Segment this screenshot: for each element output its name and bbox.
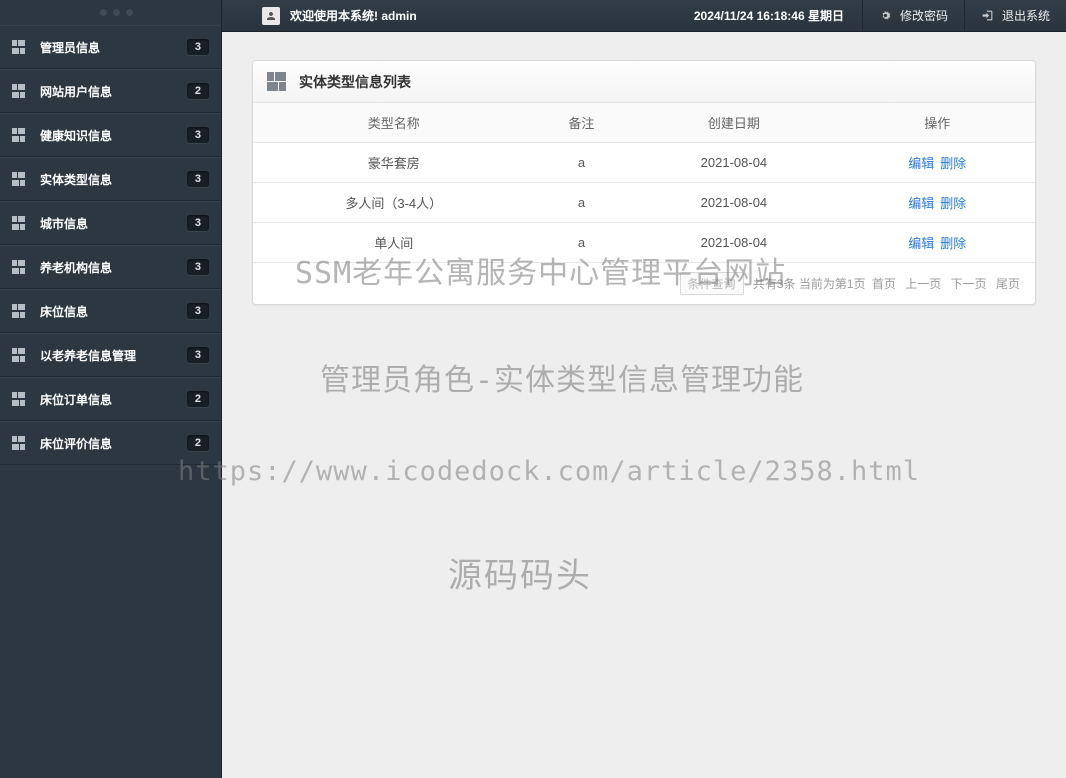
cell-date: 2021-08-04 bbox=[628, 143, 839, 183]
grid-icon bbox=[12, 128, 26, 142]
change-password-button[interactable]: 修改密码 bbox=[862, 0, 964, 32]
panel-title: 实体类型信息列表 bbox=[299, 72, 411, 92]
cell-actions: 编辑删除 bbox=[839, 223, 1035, 263]
sidebar-item-label: 管理员信息 bbox=[40, 39, 100, 56]
sidebar-item-1[interactable]: 网站用户信息 2 bbox=[0, 69, 221, 113]
table-row: 多人间（3-4人）a2021-08-04编辑删除 bbox=[253, 183, 1035, 223]
grid-icon bbox=[12, 172, 26, 186]
avatar-icon bbox=[262, 7, 280, 25]
change-password-label: 修改密码 bbox=[900, 7, 948, 24]
sidebar-item-9[interactable]: 床位评价信息 2 bbox=[0, 421, 221, 465]
grid-icon bbox=[12, 216, 26, 230]
welcome-text: 欢迎使用本系统! admin bbox=[290, 7, 417, 24]
grid-icon bbox=[12, 436, 26, 450]
gear-icon bbox=[879, 9, 892, 22]
pager-info: 共有3条 当前为第1页 bbox=[753, 277, 866, 291]
cell-actions: 编辑删除 bbox=[839, 183, 1035, 223]
search-button[interactable]: 条件查询 bbox=[680, 272, 744, 295]
cell-name: 豪华套房 bbox=[253, 143, 535, 183]
grid-icon bbox=[12, 304, 26, 318]
sidebar-item-label: 床位评价信息 bbox=[40, 435, 112, 452]
datetime-text: 2024/11/24 16:18:46 星期日 bbox=[694, 7, 844, 24]
sidebar-item-label: 实体类型信息 bbox=[40, 171, 112, 188]
pager-prev[interactable]: 上一页 bbox=[905, 277, 941, 291]
grid-icon bbox=[267, 72, 287, 92]
cell-date: 2021-08-04 bbox=[628, 223, 839, 263]
sidebar-badge: 3 bbox=[187, 39, 209, 55]
sidebar-badge: 3 bbox=[187, 347, 209, 363]
sidebar-item-2[interactable]: 健康知识信息 3 bbox=[0, 113, 221, 157]
sidebar-item-label: 城市信息 bbox=[40, 215, 88, 232]
sidebar-badge: 2 bbox=[187, 435, 209, 451]
sidebar-badge: 2 bbox=[187, 391, 209, 407]
sidebar-item-6[interactable]: 床位信息 3 bbox=[0, 289, 221, 333]
sidebar-badge: 3 bbox=[187, 171, 209, 187]
th-date: 创建日期 bbox=[628, 103, 839, 143]
delete-link[interactable]: 删除 bbox=[940, 196, 966, 211]
sidebar-badge: 3 bbox=[187, 215, 209, 231]
sidebar-badge: 3 bbox=[187, 259, 209, 275]
cell-remark: a bbox=[535, 183, 629, 223]
sidebar-item-7[interactable]: 以老养老信息管理 3 bbox=[0, 333, 221, 377]
sidebar-item-4[interactable]: 城市信息 3 bbox=[0, 201, 221, 245]
sidebar-item-5[interactable]: 养老机构信息 3 bbox=[0, 245, 221, 289]
sidebar-item-label: 健康知识信息 bbox=[40, 127, 112, 144]
logout-button[interactable]: 退出系统 bbox=[964, 0, 1066, 32]
pager: 条件查询 共有3条 当前为第1页 首页 上一页 下一页 尾页 bbox=[253, 263, 1035, 304]
pager-last[interactable]: 尾页 bbox=[996, 277, 1020, 291]
window-dots bbox=[0, 0, 221, 25]
th-remark: 备注 bbox=[535, 103, 629, 143]
cell-actions: 编辑删除 bbox=[839, 143, 1035, 183]
pager-first[interactable]: 首页 bbox=[872, 277, 896, 291]
sidebar-item-label: 网站用户信息 bbox=[40, 83, 112, 100]
sidebar-badge: 3 bbox=[187, 303, 209, 319]
panel-header: 实体类型信息列表 bbox=[253, 61, 1035, 103]
cell-name: 单人间 bbox=[253, 223, 535, 263]
delete-link[interactable]: 删除 bbox=[940, 236, 966, 251]
sidebar-item-0[interactable]: 管理员信息 3 bbox=[0, 25, 221, 69]
cell-remark: a bbox=[535, 143, 629, 183]
cell-remark: a bbox=[535, 223, 629, 263]
sidebar-badge: 2 bbox=[187, 83, 209, 99]
topbar: 欢迎使用本系统! admin 2024/11/24 16:18:46 星期日 修… bbox=[222, 0, 1066, 32]
logout-icon bbox=[981, 9, 994, 22]
grid-icon bbox=[12, 392, 26, 406]
sidebar: 管理员信息3网站用户信息2健康知识信息3实体类型信息3城市信息3养老机构信息3床… bbox=[0, 0, 222, 778]
th-name: 类型名称 bbox=[253, 103, 535, 143]
sidebar-item-label: 床位信息 bbox=[40, 303, 88, 320]
grid-icon bbox=[12, 260, 26, 274]
logout-label: 退出系统 bbox=[1002, 7, 1050, 24]
sidebar-item-3[interactable]: 实体类型信息 3 bbox=[0, 157, 221, 201]
pager-next[interactable]: 下一页 bbox=[951, 277, 987, 291]
panel: 实体类型信息列表 类型名称 备注 创建日期 操作 豪华套房a2021-08-04… bbox=[252, 60, 1036, 305]
edit-link[interactable]: 编辑 bbox=[908, 196, 934, 211]
delete-link[interactable]: 删除 bbox=[940, 156, 966, 171]
sidebar-item-8[interactable]: 床位订单信息 2 bbox=[0, 377, 221, 421]
grid-icon bbox=[12, 40, 26, 54]
table-row: 豪华套房a2021-08-04编辑删除 bbox=[253, 143, 1035, 183]
th-action: 操作 bbox=[839, 103, 1035, 143]
grid-icon bbox=[12, 84, 26, 98]
table-row: 单人间a2021-08-04编辑删除 bbox=[253, 223, 1035, 263]
sidebar-item-label: 以老养老信息管理 bbox=[40, 347, 136, 364]
grid-icon bbox=[12, 348, 26, 362]
edit-link[interactable]: 编辑 bbox=[908, 236, 934, 251]
edit-link[interactable]: 编辑 bbox=[908, 156, 934, 171]
content-area: 实体类型信息列表 类型名称 备注 创建日期 操作 豪华套房a2021-08-04… bbox=[222, 32, 1066, 778]
sidebar-item-label: 床位订单信息 bbox=[40, 391, 112, 408]
sidebar-item-label: 养老机构信息 bbox=[40, 259, 112, 276]
cell-date: 2021-08-04 bbox=[628, 183, 839, 223]
data-table: 类型名称 备注 创建日期 操作 豪华套房a2021-08-04编辑删除多人间（3… bbox=[253, 103, 1035, 263]
sidebar-badge: 3 bbox=[187, 127, 209, 143]
cell-name: 多人间（3-4人） bbox=[253, 183, 535, 223]
